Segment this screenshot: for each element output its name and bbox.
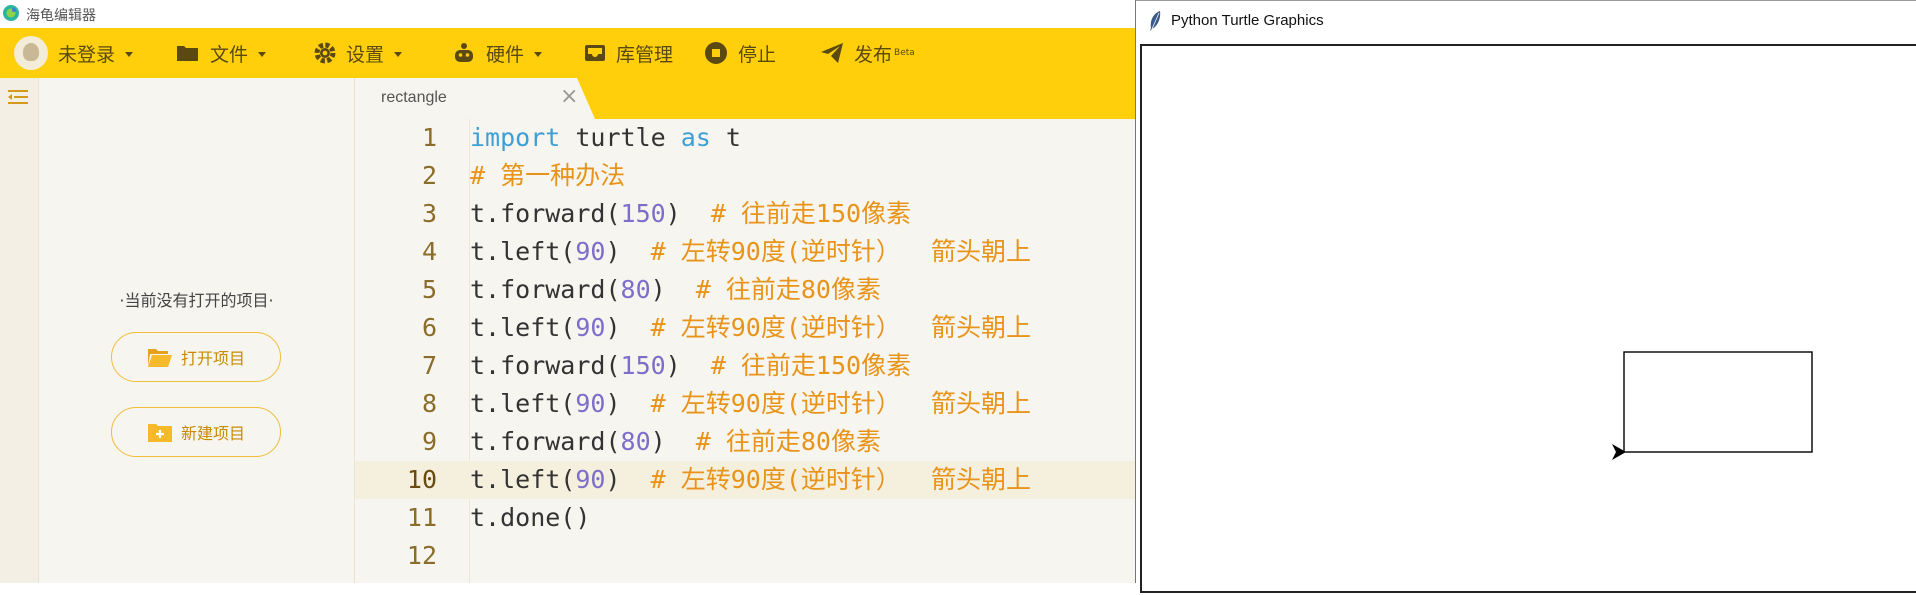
code-line[interactable]: 8 t.left(90) # 左转90度(逆时针） 箭头朝上 [355,385,1135,423]
hardware-menu-label: 硬件 [486,43,525,66]
paper-plane-icon [821,43,843,63]
open-folder-icon [147,349,172,367]
new-project-label: 新建项目 [180,424,245,443]
code-text: t.left(90) # 左转90度(逆时针） 箭头朝上 [470,389,1031,418]
code-line[interactable]: 11 t.done() [355,499,1135,537]
app-title: 海龟编辑器 [26,8,96,24]
hardware-menu[interactable]: 硬件 [452,28,543,78]
library-button-label: 库管理 [616,43,674,66]
line-number: 5 [421,275,437,304]
folder-icon [177,46,198,61]
line-number: 3 [421,199,437,228]
code-editor[interactable]: 1 import turtle as t 2 # 第一种办法 3 t.forward(15… [355,119,1135,583]
drawn-rectangle [1623,351,1813,453]
turtle-graphics-window: Python Turtle Graphics [1135,0,1916,593]
code-line[interactable]: 6 t.left(90) # 左转90度(逆时针） 箭头朝上 [355,309,1135,347]
chevron-down-icon [258,51,267,57]
chevron-down-icon [534,51,543,57]
file-menu[interactable]: 文件 [176,28,267,78]
user-menu-label: 未登录 [58,43,116,66]
code-text: t.forward(80) # 往前走80像素 [470,275,881,304]
stop-icon [705,42,727,64]
project-sidebar: ·当前没有打开的项目· 打开项目 新建项目 [39,78,355,583]
stop-button[interactable]: 停止 [704,28,776,78]
close-icon[interactable]: × [560,84,578,109]
code-text: import turtle as t [470,123,741,152]
activity-bar [0,78,39,583]
editor-window: 海龟编辑器 未登录 文件 设置 硬件 库管理 停止 发布 Beta ·当前没有打… [0,0,1135,583]
code-line[interactable]: 9 t.forward(80) # 往前走80像素 [355,423,1135,461]
code-text: t.forward(80) # 往前走80像素 [470,427,881,456]
code-text: t.done() [470,503,591,532]
code-line[interactable]: 7 t.forward(150) # 往前走150像素 [355,347,1135,385]
stop-button-label: 停止 [738,43,777,66]
chevron-down-icon [394,51,403,57]
robot-icon [455,43,473,62]
user-menu[interactable]: 未登录 [14,28,134,78]
empty-project-message: ·当前没有打开的项目· [119,291,274,310]
code-line[interactable]: 5 t.forward(80) # 往前走80像素 [355,271,1135,309]
line-number: 8 [421,389,437,418]
turtle-logo-icon [3,5,19,21]
sidebar-toggle-icon[interactable] [8,88,28,106]
tab-bar: rectangle × [355,78,1135,119]
code-line[interactable]: 1 import turtle as t [355,119,1135,157]
tab-label: rectangle [381,89,447,106]
code-text: t.left(90) # 左转90度(逆时针） 箭头朝上 [470,465,1031,494]
line-number: 9 [421,427,437,456]
turtle-window-title: Python Turtle Graphics [1171,12,1324,29]
settings-menu[interactable]: 设置 [314,28,403,78]
code-line[interactable]: 2 # 第一种办法 [355,157,1135,195]
toolbar: 未登录 文件 设置 硬件 库管理 停止 发布 Beta [0,28,1135,78]
open-project-button[interactable]: 打开项目 [111,332,281,382]
library-button[interactable]: 库管理 [584,28,673,78]
code-line[interactable]: 3 t.forward(150) # 往前走150像素 [355,195,1135,233]
file-menu-label: 文件 [210,43,249,66]
line-number: 2 [421,161,437,190]
line-number: 4 [421,237,437,266]
code-text: t.left(90) # 左转90度(逆时针） 箭头朝上 [470,237,1031,266]
turtle-canvas [1140,44,1916,593]
code-line[interactable]: 12 [355,537,1135,575]
code-line[interactable]: 10 t.left(90) # 左转90度(逆时针） 箭头朝上 [355,461,1135,499]
new-project-button[interactable]: 新建项目 [111,407,281,457]
avatar [14,36,48,70]
tab-rectangle[interactable]: rectangle × [355,78,595,119]
open-project-label: 打开项目 [180,349,245,368]
turtle-titlebar: Python Turtle Graphics [1136,0,1916,41]
line-number: 7 [421,351,437,380]
editor-titlebar: 海龟编辑器 [0,0,1135,28]
publish-button-label: 发布 [854,43,893,66]
line-number: 10 [406,465,437,494]
line-number: 1 [421,123,437,152]
line-number: 6 [421,313,437,342]
code-text: t.forward(150) # 往前走150像素 [470,199,912,228]
turtle-drawing [1612,351,1813,460]
settings-menu-label: 设置 [346,43,385,66]
feather-icon [1150,11,1161,31]
line-number: 11 [406,503,437,532]
gear-icon [314,42,336,64]
code-text: t.left(90) # 左转90度(逆时针） 箭头朝上 [470,313,1031,342]
inbox-icon [585,45,605,61]
new-folder-icon [147,424,172,442]
chevron-down-icon [125,51,134,57]
code-text: # 第一种办法 [470,161,626,190]
line-number: 12 [406,541,437,570]
code-line[interactable]: 4 t.left(90) # 左转90度(逆时针） 箭头朝上 [355,233,1135,271]
beta-badge: Beta [894,48,915,58]
code-text: t.forward(150) # 往前走150像素 [470,351,912,380]
publish-button[interactable]: 发布 Beta [820,28,915,78]
